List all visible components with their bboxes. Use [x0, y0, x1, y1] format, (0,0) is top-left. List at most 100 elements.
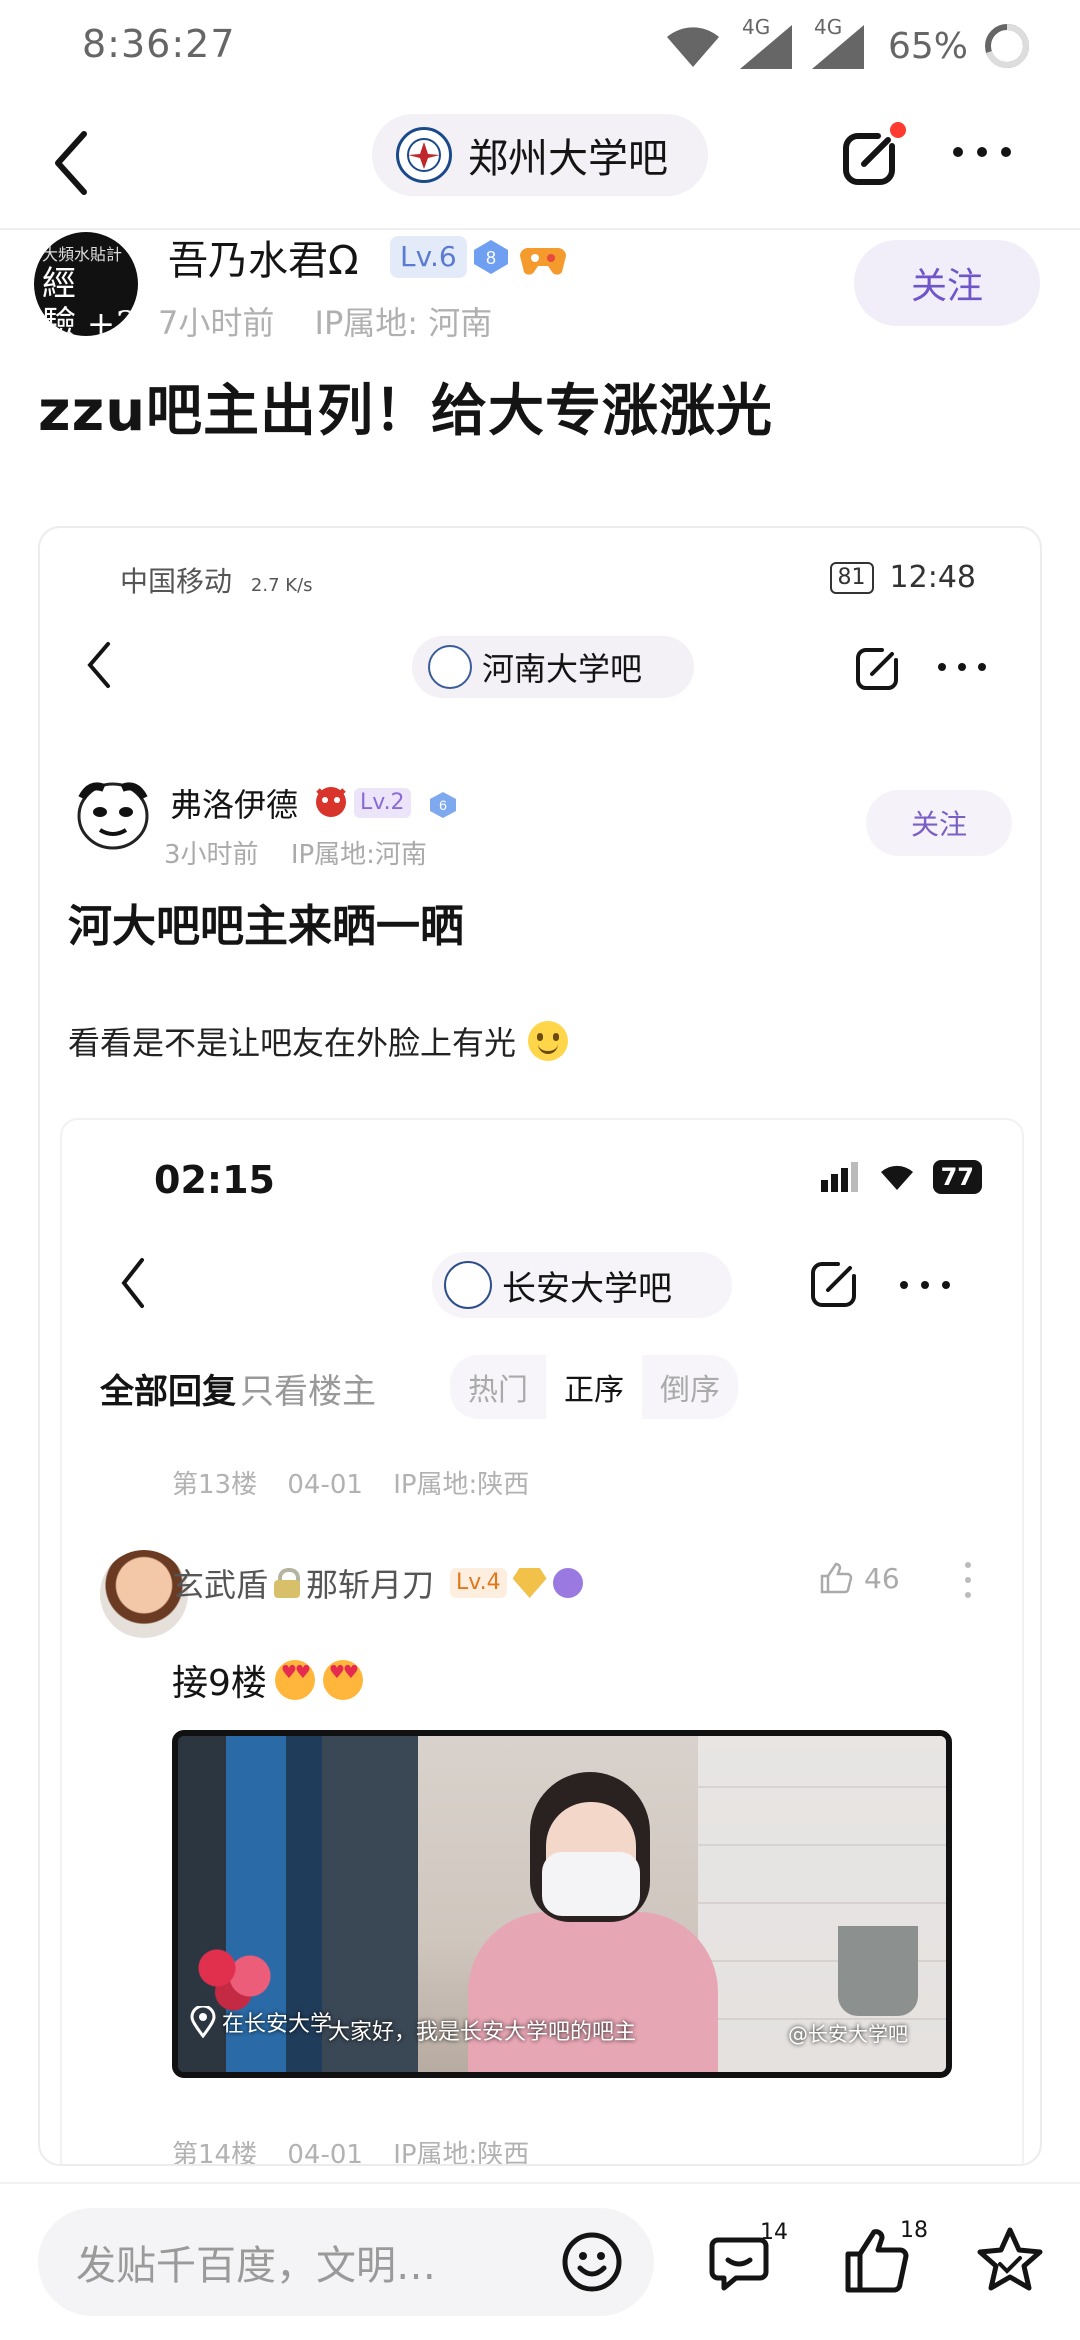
post-time: 7小时前 — [158, 304, 275, 342]
battery-percent: 65% — [887, 25, 968, 67]
avatar-text-1: 經 — [42, 264, 76, 304]
shot-body-text: 看看是不是让吧友在外脸上有光 — [68, 1024, 517, 1062]
author-avatar[interactable]: 大頻水貼計 經 驗 +3 — [34, 232, 138, 336]
location-pin-icon — [190, 2006, 216, 2038]
shot-time: 12:48 — [889, 560, 976, 595]
shot-post-title: 河大吧吧主来晒一晒 — [68, 901, 464, 952]
inner-forum-logo-icon — [444, 1261, 492, 1309]
floor-number: 第13楼 — [172, 1470, 258, 1500]
network-type-1: 4G — [741, 15, 771, 39]
shot-level-badge: Lv.2 — [354, 788, 411, 818]
back-arrow-icon[interactable] — [48, 128, 98, 198]
inner-reply-username: 玄武盾 那斩月刀 Lv.4 — [172, 1560, 583, 1606]
gold-badge-icon — [512, 1568, 547, 1598]
signal-icon-2: 4G — [808, 15, 866, 71]
status-icons: 4G 4G 65% — [664, 15, 1032, 76]
inner-level-badge: Lv.4 — [450, 1568, 507, 1598]
inner-username-a: 玄武盾 — [172, 1566, 269, 1604]
bottom-action-bar: 发贴千百度，文明… 14 18 — [0, 2182, 1080, 2340]
floor-ip: IP属地:陕西 — [393, 2140, 530, 2166]
shot-forum-name: 河南大学吧 — [482, 650, 643, 688]
follow-button[interactable]: 关注 — [854, 240, 1040, 326]
inner-sort-asc: 正序 — [564, 1373, 624, 1408]
inner-like-count: 46 — [864, 1561, 900, 1595]
video-flowers — [184, 1936, 294, 2016]
inner-thumbs-up-icon — [820, 1562, 853, 1594]
svg-text:6: 6 — [439, 797, 447, 813]
post-title: zzu吧主出列！给大专涨涨光 — [38, 379, 774, 444]
inner-signal-icon — [820, 1162, 858, 1192]
floor-number: 第14楼 — [172, 2140, 258, 2166]
forum-name-pill[interactable]: 郑州大学吧 — [372, 114, 708, 196]
post-ip: IP属地: 河南 — [314, 304, 493, 342]
heart-eyes-emoji-icon — [274, 1660, 315, 1700]
emoji-icon[interactable] — [560, 2230, 624, 2294]
post-meta: 7小时前 IP属地: 河南 — [158, 298, 492, 344]
shot-forum-pill: 河南大学吧 — [412, 636, 694, 698]
video-caption: 大家好，我是长安大学吧的吧主 — [328, 2020, 637, 2045]
network-type-2: 4G — [813, 15, 843, 39]
post-image[interactable]: 中国移动 2.7 K/s 81 12:48 河南大学吧 弗洛伊德 Lv.2 6 … — [38, 526, 1042, 2166]
shot-status-left: 中国移动 2.7 K/s — [120, 560, 313, 600]
wifi-icon — [666, 27, 719, 67]
devil-emoji-icon — [316, 787, 346, 817]
shot-back-icon — [87, 642, 110, 688]
gamepad-badge-icon — [520, 248, 566, 275]
shot-edit-icon — [856, 648, 898, 690]
inner-sort-group: 热门 正序 倒序 — [450, 1355, 970, 1419]
inner-edit-icon — [811, 1262, 856, 1307]
signal-icon-1: 4G — [736, 15, 794, 71]
inner-floor-meta-13: 第13楼 04-01 IP属地:陕西 — [172, 1464, 529, 1501]
shot-diamond-badge-icon: 6 — [430, 792, 456, 818]
floor-ip: IP属地:陕西 — [393, 1470, 530, 1500]
avatar-text-2: 驗 +3 — [42, 304, 137, 336]
favorite-star-icon[interactable] — [976, 2226, 1044, 2294]
status-time: 8:36:27 — [82, 22, 236, 66]
lock-icon — [274, 1568, 301, 1598]
floor-date: 04-01 — [287, 1470, 363, 1500]
shot-post-time: 3小时前 — [164, 840, 259, 870]
edit-post-icon[interactable] — [838, 120, 908, 190]
battery-ring-icon — [985, 24, 1030, 68]
status-bar: 8:36:27 4G 4G 65% — [0, 0, 1080, 96]
svg-text:8: 8 — [486, 248, 496, 268]
shot-author-name: 弗洛伊德 — [170, 786, 299, 824]
inner-reply-content: 接9楼 — [172, 1663, 267, 1704]
inner-kebab-icon — [965, 1562, 971, 1598]
video-location: 在长安大学 — [190, 2006, 332, 2038]
inner-like: 46 — [818, 1560, 900, 1596]
shot-battery: 81 — [829, 561, 874, 594]
inner-wifi-icon — [880, 1165, 913, 1190]
inner-forum-pill: 长安大学吧 — [432, 1252, 732, 1318]
inner-username-b: 那斩月刀 — [306, 1566, 435, 1604]
video-location-text: 在长安大学 — [222, 2012, 333, 2037]
forum-logo-icon — [396, 127, 452, 183]
inner-sort-hot: 热门 — [450, 1355, 546, 1419]
shot-post-body: 看看是不是让吧友在外脸上有光 — [68, 1018, 569, 1064]
top-nav: 郑州大学吧 — [0, 100, 1080, 230]
shot-status-right: 81 12:48 — [829, 560, 976, 595]
forum-name: 郑州大学吧 — [468, 136, 668, 182]
author-name[interactable]: 吾乃水君Ω — [168, 228, 359, 286]
inner-sort-desc: 倒序 — [642, 1355, 738, 1419]
purple-badge-icon — [552, 1568, 583, 1598]
smile-emoji-icon — [528, 1021, 569, 1061]
inner-video-frame: 在长安大学 大家好，我是长安大学吧的吧主 @长安大学吧 — [172, 1730, 952, 2078]
inner-status-time: 02:15 — [154, 1158, 275, 1202]
video-watermark: @长安大学吧 — [788, 2022, 908, 2046]
like-button[interactable]: 18 — [842, 2218, 928, 2296]
video-pot — [838, 1926, 918, 2016]
floor-date: 04-01 — [287, 2140, 363, 2166]
more-icon[interactable] — [950, 140, 1014, 164]
inner-tab-all-replies: 全部回复 — [100, 1372, 236, 1412]
diamond-badge-icon: 8 — [474, 240, 508, 274]
inner-tab-owner-only: 只看楼主 — [240, 1372, 376, 1412]
inner-status-icons: 77 — [820, 1160, 982, 1194]
comment-count: 14 — [760, 2220, 788, 2245]
inner-battery: 77 — [932, 1160, 982, 1194]
like-count: 18 — [900, 2218, 928, 2243]
level-badge: Lv.6 — [390, 236, 467, 278]
shot-author-avatar — [77, 782, 149, 850]
comment-button[interactable]: 14 — [708, 2220, 788, 2296]
nested-screenshot: 02:15 77 长安大学吧 全部回复 只看楼主 热门 正序 倒序 第13楼 0… — [60, 1118, 1024, 2166]
